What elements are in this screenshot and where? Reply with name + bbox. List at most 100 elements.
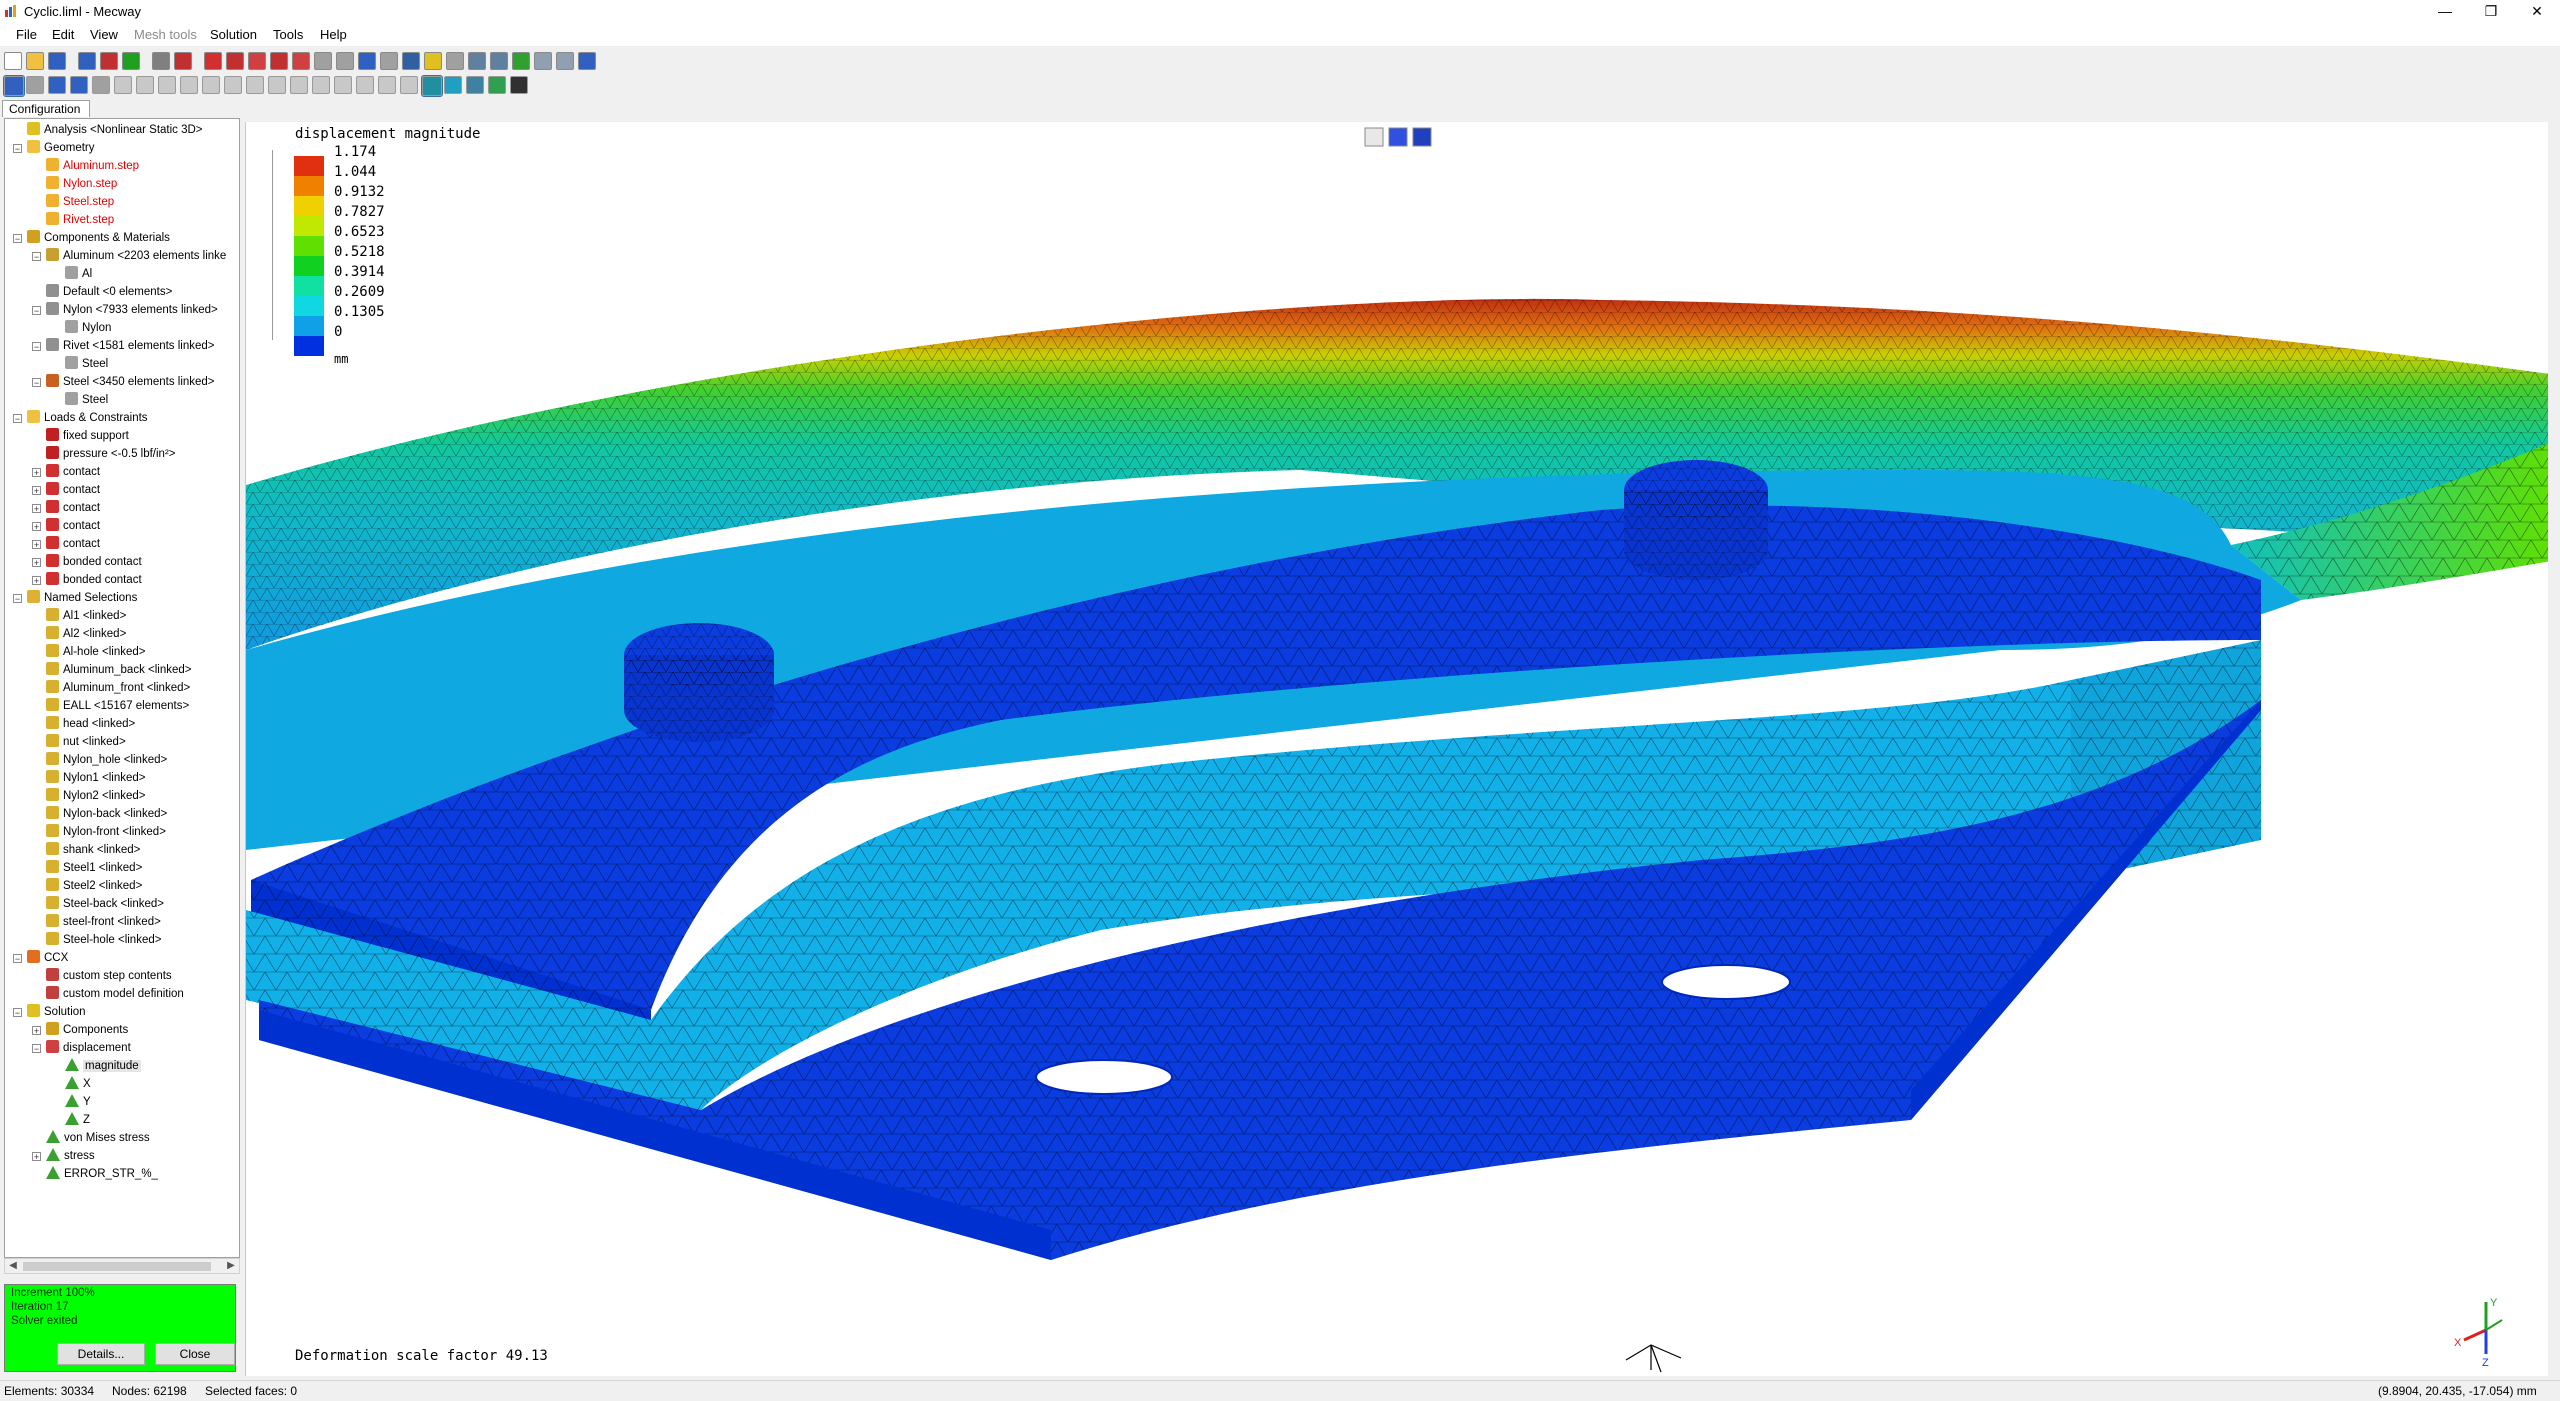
tree-item[interactable]: custom model definition bbox=[46, 985, 184, 1003]
tree-item[interactable]: pressure <-0.5 lbf/in²> bbox=[46, 445, 176, 463]
scroll-left-icon[interactable]: ◀ bbox=[6, 1259, 20, 1273]
toolbar-button-15[interactable] bbox=[336, 52, 354, 70]
view-toolbar-button-1[interactable] bbox=[3, 75, 25, 97]
toolbar-button-21[interactable] bbox=[468, 52, 486, 70]
tree-item[interactable]: shank <linked> bbox=[46, 841, 140, 859]
close-button[interactable]: Close bbox=[155, 1343, 235, 1365]
view-toolbar-button-21[interactable] bbox=[444, 76, 462, 94]
menu-edit[interactable]: Edit bbox=[52, 27, 74, 42]
toolbar-button-16[interactable] bbox=[358, 52, 376, 70]
tree-item[interactable]: Named Selections bbox=[27, 589, 137, 607]
tree-item[interactable]: custom step contents bbox=[46, 967, 172, 985]
tree-item[interactable]: contact bbox=[46, 517, 100, 535]
tree-item[interactable]: Loads & Constraints bbox=[27, 409, 148, 427]
view-toolbar-button-13[interactable] bbox=[268, 76, 286, 94]
toolbar-button-1[interactable] bbox=[4, 52, 22, 70]
expand-toggle-icon[interactable]: + bbox=[32, 468, 41, 478]
expand-toggle-icon[interactable]: + bbox=[32, 486, 41, 496]
toolbar-button-8[interactable] bbox=[174, 52, 192, 70]
toolbar-button-9[interactable] bbox=[204, 52, 222, 70]
toolbar-button-20[interactable] bbox=[446, 52, 464, 70]
tree-item[interactable]: Analysis <Nonlinear Static 3D> bbox=[27, 121, 203, 139]
toolbar-button-17[interactable] bbox=[380, 52, 398, 70]
menu-tools[interactable]: Tools bbox=[273, 27, 303, 42]
collapse-toggle-icon[interactable]: − bbox=[13, 414, 22, 424]
toolbar-button-26[interactable] bbox=[578, 52, 596, 70]
toolbar-button-25[interactable] bbox=[556, 52, 574, 70]
expand-toggle-icon[interactable]: + bbox=[32, 1152, 41, 1162]
tree-item[interactable]: Nylon1 <linked> bbox=[46, 769, 145, 787]
toolbar-button-5[interactable] bbox=[100, 52, 118, 70]
view-toolbar-button-4[interactable] bbox=[70, 76, 88, 94]
view-toolbar-button-20[interactable] bbox=[421, 75, 443, 97]
legend-range-slider[interactable] bbox=[272, 150, 285, 340]
tree-item[interactable]: Nylon <7933 elements linked> bbox=[46, 301, 218, 319]
tree-item[interactable]: Nylon-back <linked> bbox=[46, 805, 167, 823]
close-window-button[interactable]: ✕ bbox=[2514, 0, 2560, 24]
tree-item[interactable]: Al-hole <linked> bbox=[46, 643, 145, 661]
view-toolbar-button-10[interactable] bbox=[202, 76, 220, 94]
menu-file[interactable]: File bbox=[16, 27, 37, 42]
expand-toggle-icon[interactable]: + bbox=[32, 1026, 41, 1036]
tree-item[interactable]: Y bbox=[65, 1093, 91, 1111]
restore-button[interactable]: ❐ bbox=[2468, 0, 2514, 24]
toolbar-button-4[interactable] bbox=[78, 52, 96, 70]
toolbar-button-13[interactable] bbox=[292, 52, 310, 70]
toolbar-button-11[interactable] bbox=[248, 52, 266, 70]
tab-configuration[interactable]: Configuration bbox=[2, 100, 90, 117]
collapse-toggle-icon[interactable]: − bbox=[13, 594, 22, 604]
tree-item[interactable]: displacement bbox=[46, 1039, 131, 1057]
tree-item[interactable]: Nylon-front <linked> bbox=[46, 823, 166, 841]
tree-item[interactable]: Aluminum_back <linked> bbox=[46, 661, 192, 679]
tree-item[interactable]: Aluminum <2203 elements linke bbox=[46, 247, 226, 265]
tree-item[interactable]: Steel2 <linked> bbox=[46, 877, 142, 895]
tree-item[interactable]: Al2 <linked> bbox=[46, 625, 126, 643]
tree-item[interactable]: magnitude bbox=[65, 1057, 141, 1075]
toolbar-button-7[interactable] bbox=[152, 52, 170, 70]
tree-item[interactable]: Al1 <linked> bbox=[46, 607, 126, 625]
view-toolbar-button-11[interactable] bbox=[224, 76, 242, 94]
view-toolbar-button-8[interactable] bbox=[158, 76, 176, 94]
expand-toggle-icon[interactable]: + bbox=[32, 576, 41, 586]
tree-item[interactable]: contact bbox=[46, 481, 100, 499]
tree-item[interactable]: ERROR_STR_%_ bbox=[46, 1165, 158, 1183]
collapse-toggle-icon[interactable]: − bbox=[13, 1008, 22, 1018]
tree-item[interactable]: Nylon_hole <linked> bbox=[46, 751, 167, 769]
view-toolbar-button-19[interactable] bbox=[400, 76, 418, 94]
view-toolbar-button-14[interactable] bbox=[290, 76, 308, 94]
tree-item[interactable]: bonded contact bbox=[46, 553, 142, 571]
tree-item[interactable]: Al bbox=[65, 265, 92, 283]
view-toolbar-button-23[interactable] bbox=[488, 76, 506, 94]
tree-item[interactable]: fixed support bbox=[46, 427, 129, 445]
view-toolbar-button-15[interactable] bbox=[312, 76, 330, 94]
toolbar-button-12[interactable] bbox=[270, 52, 288, 70]
tree-item[interactable]: nut <linked> bbox=[46, 733, 126, 751]
view-toolbar-button-3[interactable] bbox=[48, 76, 66, 94]
tree-item[interactable]: Default <0 elements> bbox=[46, 283, 172, 301]
view-toolbar-button-24[interactable] bbox=[510, 76, 528, 94]
tree-item[interactable]: Steel bbox=[65, 355, 108, 373]
collapse-toggle-icon[interactable]: − bbox=[32, 342, 41, 352]
tree-item[interactable]: X bbox=[65, 1075, 91, 1093]
menu-help[interactable]: Help bbox=[320, 27, 347, 42]
view-toolbar-button-7[interactable] bbox=[136, 76, 154, 94]
view-toolbar-button-9[interactable] bbox=[180, 76, 198, 94]
tree-item[interactable]: Components bbox=[46, 1021, 128, 1039]
collapse-toggle-icon[interactable]: − bbox=[32, 378, 41, 388]
viewport-vertical-scrollbar[interactable] bbox=[2548, 122, 2560, 1376]
toolbar-button-18[interactable] bbox=[402, 52, 420, 70]
tree-item[interactable]: contact bbox=[46, 499, 100, 517]
details-button[interactable]: Details... bbox=[57, 1343, 145, 1365]
collapse-toggle-icon[interactable]: − bbox=[32, 306, 41, 316]
tree-item[interactable]: Steel bbox=[65, 391, 108, 409]
expand-toggle-icon[interactable]: + bbox=[32, 522, 41, 532]
collapse-toggle-icon[interactable]: − bbox=[13, 234, 22, 244]
tree-item[interactable]: Steel.step bbox=[46, 193, 114, 211]
tree-item[interactable]: contact bbox=[46, 463, 100, 481]
view-toolbar-button-6[interactable] bbox=[114, 76, 132, 94]
tree-item[interactable]: contact bbox=[46, 535, 100, 553]
minimize-button[interactable]: — bbox=[2422, 0, 2468, 24]
tree-item[interactable]: von Mises stress bbox=[46, 1129, 150, 1147]
toolbar-button-19[interactable] bbox=[424, 52, 442, 70]
expand-toggle-icon[interactable]: + bbox=[32, 558, 41, 568]
